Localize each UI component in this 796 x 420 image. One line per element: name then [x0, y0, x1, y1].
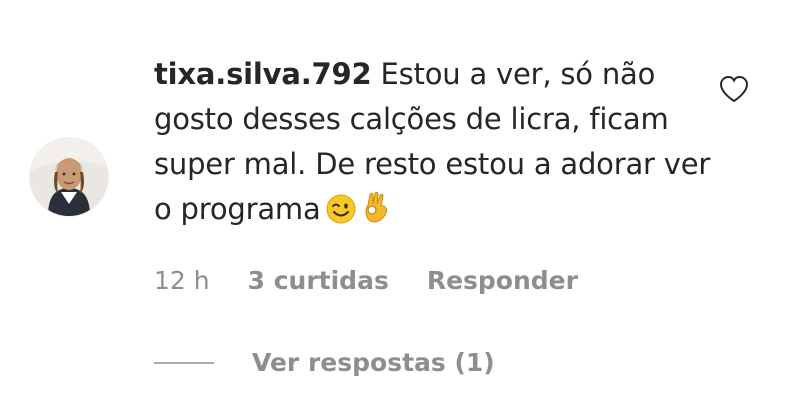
comment-time[interactable]: 12 h	[154, 266, 210, 295]
ok-hand-emoji	[361, 191, 391, 225]
likes-count[interactable]: 3 curtidas	[248, 266, 389, 295]
avatar-image	[30, 138, 108, 216]
comment: tixa.silva.792 Estou a ver, só não gosto…	[0, 0, 796, 420]
avatar[interactable]	[30, 138, 108, 216]
comment-text: tixa.silva.792 Estou a ver, só não gosto…	[154, 52, 714, 232]
view-replies-button[interactable]: Ver respostas (1)	[154, 348, 495, 377]
comment-username[interactable]: tixa.silva.792	[154, 57, 372, 91]
heart-outline-icon[interactable]	[718, 74, 750, 104]
reply-button[interactable]: Responder	[427, 266, 578, 295]
replies-divider	[154, 361, 214, 364]
winking-face-emoji	[325, 193, 357, 225]
comment-meta: 12 h 3 curtidas Responder	[154, 266, 578, 295]
view-replies-label: Ver respostas (1)	[252, 348, 495, 377]
